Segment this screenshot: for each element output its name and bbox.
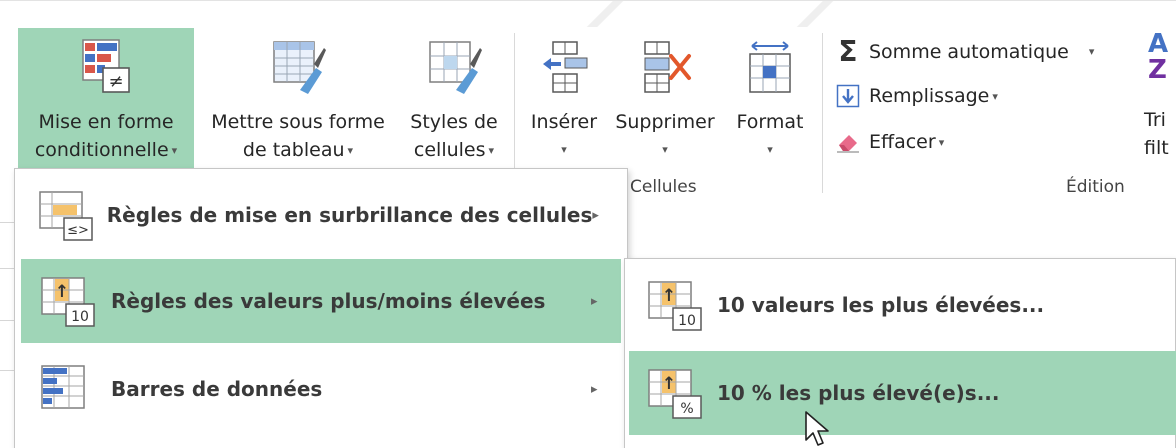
svg-text:%: % — [680, 401, 693, 417]
top-bottom-rules-icon: ↑ 10 — [21, 274, 111, 328]
menu-item-label: Barres de données — [111, 377, 323, 401]
cell-styles-label-1: Styles de — [410, 111, 498, 133]
format-as-table-label-2: de tableau ▾ — [242, 139, 354, 161]
cell-styles-label-2: cellules ▾ — [413, 139, 495, 161]
format-as-table-label-1: Mettre sous forme — [211, 111, 385, 133]
dropdown-caret-icon: ▾ — [992, 89, 998, 103]
format-as-table-button[interactable]: Mettre sous forme de tableau ▾ — [198, 28, 398, 188]
insert-cells-icon — [539, 32, 589, 102]
svg-text:↑: ↑ — [662, 286, 676, 306]
cell-styles-button[interactable]: Styles de cellules ▾ — [402, 28, 506, 188]
autosum-button[interactable]: Σ Somme automatique ▾ — [833, 35, 1094, 68]
submenu-arrow-icon: ▸ — [591, 293, 598, 309]
clear-label: Effacer — [869, 131, 936, 153]
ribbon-watermark — [770, 1, 860, 27]
dropdown-caret-icon: ▾ — [1088, 45, 1095, 58]
menu-item-label: Règles de mise en surbrillance des cellu… — [106, 203, 593, 227]
svg-text:≤>: ≤> — [67, 223, 89, 238]
sort-filter-icon[interactable]: A Z — [1148, 31, 1168, 83]
group-label-cells: Cellules — [630, 177, 697, 197]
menu-item-highlight-cells-rules[interactable]: ≤> Règles de mise en surbrillance des ce… — [21, 173, 621, 257]
dropdown-caret-icon: ▾ — [347, 143, 354, 157]
delete-cells-icon — [637, 32, 693, 102]
dropdown-caret-icon: ▾ — [938, 135, 945, 149]
submenu-item-top-10-percent[interactable]: ↑ % 10 % les plus élevé(e)s... — [629, 351, 1176, 435]
dropdown-caret-icon: ▾ — [561, 143, 567, 156]
insert-label: Insérer — [530, 111, 598, 133]
svg-text:↑: ↑ — [55, 282, 69, 302]
data-bars-icon — [21, 362, 111, 416]
clear-button[interactable]: Effacer ▾ — [833, 131, 944, 153]
svg-text:10: 10 — [71, 309, 89, 325]
fill-down-icon — [833, 84, 863, 108]
submenu-arrow-icon: ▸ — [591, 381, 598, 397]
svg-text:10: 10 — [678, 313, 696, 329]
dropdown-caret-icon: ▾ — [767, 143, 773, 156]
format-label: Format — [736, 111, 804, 133]
submenu-arrow-icon: ▸ — [592, 207, 599, 223]
highlight-cells-rules-icon: ≤> — [21, 188, 107, 242]
top-bottom-rules-submenu: ↑ 10 10 valeurs les plus élevées... ↑ % … — [624, 258, 1176, 448]
dropdown-caret-icon: ▾ — [662, 143, 668, 156]
format-as-table-icon — [268, 32, 328, 102]
sort-filter-label[interactable]: Tri filt — [1144, 106, 1169, 162]
conditional-formatting-label-2: conditionnelle ▾ — [34, 139, 178, 161]
submenu-item-label: 10 % les plus élevé(e)s... — [717, 381, 1000, 405]
insert-button[interactable]: Insérer ▾ — [524, 28, 604, 188]
conditional-formatting-icon: ≠ — [79, 32, 133, 102]
svg-text:≠: ≠ — [108, 71, 123, 92]
submenu-item-label: 10 valeurs les plus élevées... — [717, 293, 1045, 317]
format-button[interactable]: Format ▾ — [726, 28, 814, 188]
delete-label: Supprimer — [615, 111, 715, 133]
top-10-percent-icon: ↑ % — [629, 366, 717, 420]
ribbon-watermark — [560, 1, 650, 27]
sigma-icon: Σ — [838, 35, 858, 68]
group-separator — [822, 33, 823, 193]
menu-item-data-bars[interactable]: Barres de données ▸ — [21, 347, 621, 431]
cell-styles-icon — [424, 32, 484, 102]
mouse-pointer-icon — [804, 410, 834, 448]
conditional-formatting-button[interactable]: ≠ Mise en forme conditionnelle ▾ — [18, 28, 194, 188]
menu-item-top-bottom-rules[interactable]: ↑ 10 Règles des valeurs plus/moins élevé… — [21, 259, 621, 343]
dropdown-caret-icon: ▾ — [488, 143, 495, 157]
dropdown-caret-icon: ▾ — [171, 143, 178, 157]
autosum-label: Somme automatique — [869, 40, 1069, 63]
svg-text:↑: ↑ — [662, 374, 676, 394]
submenu-item-top-10-items[interactable]: ↑ 10 10 valeurs les plus élevées... — [629, 263, 1176, 347]
top-10-items-icon: ↑ 10 — [629, 278, 717, 332]
conditional-formatting-menu: ≤> Règles de mise en surbrillance des ce… — [14, 168, 628, 448]
fill-button[interactable]: Remplissage ▾ — [833, 84, 998, 108]
format-cells-icon — [742, 32, 798, 102]
menu-item-label: Règles des valeurs plus/moins élevées — [111, 289, 546, 313]
fill-label: Remplissage — [869, 85, 990, 107]
group-label-editing: Édition — [1066, 177, 1125, 197]
conditional-formatting-label-1: Mise en forme — [38, 111, 174, 133]
delete-button[interactable]: Supprimer ▾ — [606, 28, 724, 188]
eraser-icon — [833, 131, 863, 153]
